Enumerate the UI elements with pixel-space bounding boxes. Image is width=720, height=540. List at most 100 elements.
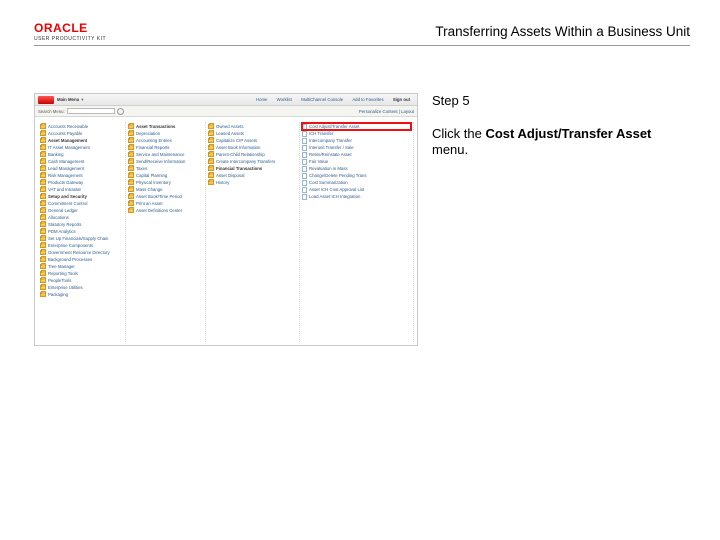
menu-item[interactable]: Change/Delete Pending Trans <box>302 172 411 179</box>
menu-item[interactable]: Enterprise Components <box>40 242 123 249</box>
menu-item-label: Allocations <box>48 215 69 220</box>
menu-item[interactable]: Background Processes <box>40 256 123 263</box>
menu-item[interactable]: PeopleTools <box>40 277 123 284</box>
menu-item-label: Asset Book/Time Period <box>136 194 182 199</box>
menu-item[interactable]: Government Resource Directory <box>40 249 123 256</box>
menu-item[interactable]: Fair Value <box>302 158 411 165</box>
menu-item[interactable]: Accounts Payable <box>40 130 123 137</box>
menu-item[interactable]: VAT and Intrastat <box>40 186 123 193</box>
menu-item[interactable]: Load Asset ICH Integration <box>302 193 411 200</box>
menu-item[interactable]: Capital Planning <box>128 172 203 179</box>
search-icon[interactable] <box>117 108 124 115</box>
nav-home[interactable]: Home <box>256 97 267 102</box>
menu-item-label: Statutory Reports <box>48 222 81 227</box>
menu-item[interactable]: Asset Disposal <box>208 172 297 179</box>
menu-item[interactable]: Mass Change <box>128 186 203 193</box>
menu-item[interactable]: Capitalize CIP Assets <box>208 137 297 144</box>
menu-item[interactable]: Tree Manager <box>40 263 123 270</box>
menu-item-label: Set Up Financials/Supply Chain <box>48 236 108 241</box>
menu-item-label: Lead Management <box>48 166 84 171</box>
menu-item-label: Cash Management <box>48 159 84 164</box>
menu-item[interactable]: Products Gateway <box>40 179 123 186</box>
menu-item[interactable]: Financial Reports <box>128 144 203 151</box>
menu-item-label: Asset Book Information <box>216 145 260 150</box>
menu-item[interactable]: Cost Summarization <box>302 179 411 186</box>
instruction-text: Click the Cost Adjust/Transfer Asset men… <box>432 126 690 159</box>
menu-item[interactable]: IT Asset Management <box>40 144 123 151</box>
menu-item[interactable]: Parent-Child Relationship <box>208 151 297 158</box>
folder-icon <box>40 208 46 213</box>
menu-item[interactable]: Print an Asset <box>128 200 203 207</box>
menu-item[interactable]: Allocations <box>40 214 123 221</box>
folder-icon <box>40 285 46 290</box>
folder-icon <box>40 271 46 276</box>
menu-item[interactable]: ICH Transfer <box>302 130 411 137</box>
document-icon <box>302 159 307 165</box>
menu-item[interactable]: Asset Definitions Center <box>128 207 203 214</box>
menu-item[interactable]: Cash Management <box>40 158 123 165</box>
menu-col-3: Owned AssetsLeased AssetsCapitalize CIP … <box>206 122 300 342</box>
menu-item[interactable]: Asset Transactions <box>128 123 203 130</box>
menu-item[interactable]: Commitment Control <box>40 200 123 207</box>
menu-item[interactable]: Setup and Security <box>40 193 123 200</box>
menu-item-label: Leased Assets <box>216 131 244 136</box>
search-bar: Search Menu: Personalize Content | Layou… <box>35 106 417 117</box>
doc-header: ORACLE USER PRODUCTIVITY KIT Transferrin… <box>34 18 690 46</box>
menu-item[interactable]: History <box>208 179 297 186</box>
document-icon <box>302 152 307 158</box>
folder-icon <box>208 159 214 164</box>
folder-icon <box>40 145 46 150</box>
menu-item[interactable]: Taxes <box>128 165 203 172</box>
menu-item[interactable]: Statutory Reports <box>40 221 123 228</box>
search-input[interactable] <box>67 108 115 114</box>
menu-item[interactable]: Depreciation <box>128 130 203 137</box>
menu-item-label: Asset Transactions <box>136 124 175 129</box>
menu-item[interactable]: Send/Receive Information <box>128 158 203 165</box>
menu-item[interactable]: Asset Book/Time Period <box>128 193 203 200</box>
document-icon <box>302 187 307 193</box>
menu-item[interactable]: Owned Assets <box>208 123 297 130</box>
menu-item[interactable]: Set Up Financials/Supply Chain <box>40 235 123 242</box>
folder-icon <box>128 187 134 192</box>
main-menu-button[interactable]: Main Menu <box>57 97 79 102</box>
menu-item[interactable]: PDM Analytics <box>40 228 123 235</box>
menu-item[interactable]: Retire/Reinstate Asset <box>302 151 411 158</box>
menu-item[interactable]: Accounts Receivable <box>40 123 123 130</box>
document-icon <box>302 131 307 137</box>
menu-item-label: Fair Value <box>309 159 328 164</box>
folder-icon <box>40 194 46 199</box>
app-screenshot: Main Menu ▾ Home Worklist MultiChannel C… <box>34 93 418 346</box>
menu-item[interactable]: Asset Management <box>40 137 123 144</box>
menu-item[interactable]: Lead Management <box>40 165 123 172</box>
menu-item[interactable]: Risk Management <box>40 172 123 179</box>
nav-signout[interactable]: Sign out <box>393 97 410 102</box>
menu-item[interactable]: Enterprise Utilities <box>40 284 123 291</box>
menu-item[interactable]: Leased Assets <box>208 130 297 137</box>
menu-item[interactable]: Asset Book Information <box>208 144 297 151</box>
menu-item[interactable]: Asset ICH Cost Approval List <box>302 186 411 193</box>
menu-item[interactable]: Service and Maintenance <box>128 151 203 158</box>
menu-item[interactable]: Interunit Transfer / Sale <box>302 144 411 151</box>
menu-item[interactable]: Packaging <box>40 291 123 298</box>
nav-fav[interactable]: Add to Favorites <box>352 97 383 102</box>
menu-item[interactable]: Accounting Entries <box>128 137 203 144</box>
folder-icon <box>128 152 134 157</box>
personalize-link[interactable]: Personalize Content | Layout <box>359 109 414 114</box>
menu-item[interactable]: Financial Transactions <box>208 165 297 172</box>
menu-item-label: Asset Disposal <box>216 173 244 178</box>
nav-mcc[interactable]: MultiChannel Console <box>301 97 343 102</box>
folder-icon <box>208 124 214 129</box>
menu-item[interactable]: Banking <box>40 151 123 158</box>
menu-item-label: Government Resource Directory <box>48 250 110 255</box>
menu-item[interactable]: Intercompany Transfer <box>302 137 411 144</box>
menu-item[interactable]: General Ledger <box>40 207 123 214</box>
menu-item-label: Print an Asset <box>136 201 163 206</box>
menu-item-cost-adjust-transfer[interactable]: Cost Adjust/Transfer Asset <box>302 123 411 130</box>
menu-item[interactable]: Reporting Tools <box>40 270 123 277</box>
menu-item[interactable]: Revaluation in Mass <box>302 165 411 172</box>
menu-item-label: Taxes <box>136 166 147 171</box>
menu-item[interactable]: Physical Inventory <box>128 179 203 186</box>
menu-item[interactable]: Create Intercompany Transfers <box>208 158 297 165</box>
folder-icon <box>208 180 214 185</box>
nav-worklist[interactable]: Worklist <box>277 97 292 102</box>
